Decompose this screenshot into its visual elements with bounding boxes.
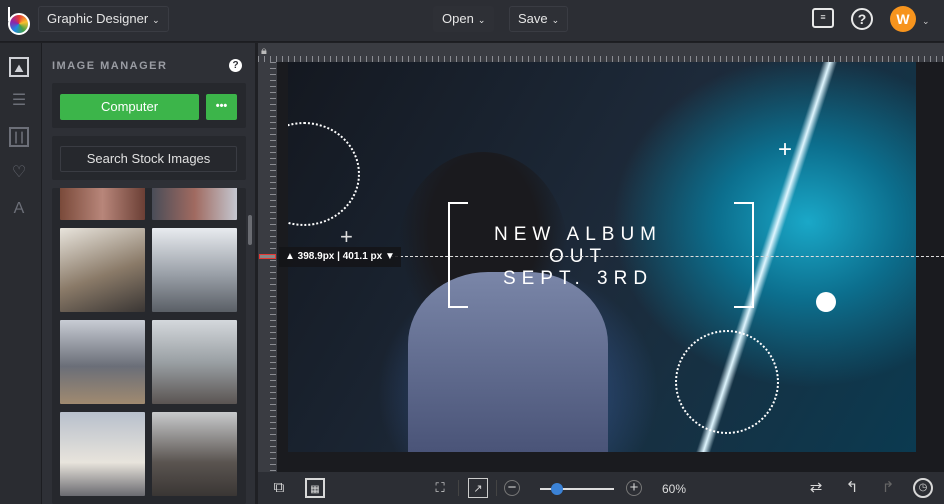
vertical-ruler: [258, 62, 277, 472]
chevron-down-icon: ⌄: [551, 15, 560, 25]
image-thumbnail[interactable]: [60, 188, 145, 220]
image-thumbnail[interactable]: [60, 412, 145, 496]
zoom-slider-knob[interactable]: [550, 483, 563, 495]
open-button[interactable]: Open ⌄: [433, 6, 495, 32]
zoom-in-icon[interactable]: +: [626, 480, 642, 496]
expand-icon[interactable]: ↗: [468, 478, 488, 498]
zoom-out-icon[interactable]: −: [504, 480, 520, 496]
image-thumbnail[interactable]: [152, 228, 237, 312]
help-icon[interactable]: ?: [229, 59, 242, 72]
image-thumbnail[interactable]: [60, 320, 145, 404]
columns-icon[interactable]: ┃┃: [9, 127, 29, 147]
redo-icon[interactable]: ↱: [878, 478, 898, 498]
undo-icon[interactable]: ↰: [842, 478, 862, 498]
image-thumbnail[interactable]: [152, 320, 237, 404]
headline-text[interactable]: OUT: [428, 246, 728, 268]
app-menu-button[interactable]: Graphic Designer ⌄: [38, 6, 169, 32]
divider: [496, 480, 497, 496]
fit-screen-icon[interactable]: ⛶: [430, 478, 450, 498]
image-manager-panel: IMAGE MANAGER ? Computer ••• Search Stoc…: [42, 43, 255, 504]
layers-icon[interactable]: ⧉: [269, 478, 289, 498]
image-icon[interactable]: ⛰: [9, 57, 29, 77]
swap-icon[interactable]: ⇄: [806, 478, 826, 498]
dotted-circle: [675, 330, 779, 434]
dotted-circle: [288, 122, 360, 226]
top-bar: Graphic Designer ⌄ Open ⌄ Save ⌄ ≡ ? W ⌄: [0, 0, 944, 42]
plus-decor: +: [778, 136, 793, 163]
right-bracket: [734, 202, 754, 308]
guide-line: [390, 256, 944, 257]
panel-title: IMAGE MANAGER: [52, 60, 168, 72]
more-options-button[interactable]: •••: [206, 94, 237, 120]
chevron-down-icon[interactable]: ⌄: [922, 16, 930, 27]
computer-upload-button[interactable]: Computer: [60, 94, 199, 120]
divider: [458, 480, 459, 496]
horizontal-ruler: [258, 43, 944, 62]
chevron-down-icon: ⌄: [477, 15, 486, 25]
date-text[interactable]: SEPT. 3RD: [428, 268, 728, 290]
layout-icon[interactable]: ▦: [305, 478, 325, 498]
image-thumbnail[interactable]: [152, 412, 237, 496]
chevron-down-icon: ⌄: [152, 15, 160, 25]
headline-text[interactable]: NEW ALBUM: [428, 224, 728, 246]
text-icon[interactable]: A: [9, 199, 29, 219]
guide-handle[interactable]: [259, 254, 276, 259]
image-grid: [52, 188, 246, 504]
history-icon[interactable]: ◷: [913, 478, 933, 498]
scrollbar[interactable]: [248, 215, 252, 245]
stock-section: Search Stock Images: [52, 136, 246, 180]
save-button[interactable]: Save ⌄: [509, 6, 569, 32]
bottom-toolbar: ⧉ ▦ ⛶ ↗ − + 60% ⇄ ↰ ↱ ◷: [258, 472, 944, 504]
shirt-shape: [408, 272, 608, 452]
lock-icon[interactable]: 🔒︎: [261, 45, 267, 58]
sliders-icon[interactable]: ☰: [9, 91, 29, 111]
measure-tooltip: ▲ 398.9px | 401.1 px ▼: [279, 247, 401, 267]
heart-icon[interactable]: ♡: [9, 163, 29, 183]
zoom-level: 60%: [662, 482, 687, 496]
comments-icon[interactable]: ≡: [812, 8, 834, 28]
dot-circle: [816, 292, 836, 312]
app-logo[interactable]: [8, 7, 30, 35]
search-stock-images-button[interactable]: Search Stock Images: [60, 146, 237, 172]
image-thumbnail[interactable]: [60, 228, 145, 312]
image-thumbnail[interactable]: [152, 188, 237, 220]
upload-section: Computer •••: [52, 83, 246, 128]
tool-rail: ⛰ ☰ ┃┃ ♡ A: [0, 43, 42, 504]
help-icon[interactable]: ?: [851, 8, 873, 30]
avatar[interactable]: W: [890, 6, 916, 32]
